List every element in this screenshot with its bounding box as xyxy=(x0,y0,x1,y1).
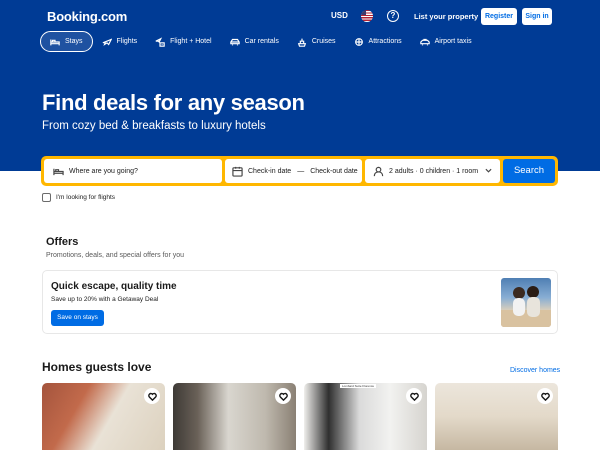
discover-homes-link[interactable]: Discover homes xyxy=(510,367,560,374)
list-property-link[interactable]: List your property xyxy=(414,12,478,21)
date-picker[interactable]: Check-in date — Check-out date xyxy=(225,159,362,183)
offers-subtitle: Promotions, deals, and special offers fo… xyxy=(46,252,185,259)
nav-tab-flight-hotel[interactable]: Flight + Hotel xyxy=(146,31,220,52)
home-card[interactable] xyxy=(435,383,558,450)
nav-tab-flights[interactable]: Flights xyxy=(93,31,147,52)
heart-icon[interactable] xyxy=(275,388,291,404)
taxi-icon xyxy=(419,38,430,45)
nav-tab-label: Stays xyxy=(65,38,83,45)
destination-input[interactable]: Where are you going? xyxy=(44,159,222,183)
home-card[interactable] xyxy=(173,383,296,450)
calendar-icon xyxy=(232,166,243,177)
guests-selector[interactable]: 2 adults · 0 children · 1 room xyxy=(365,159,500,183)
heart-icon[interactable] xyxy=(406,388,422,404)
nav-tab-label: Airport taxis xyxy=(434,38,472,45)
checkin-label: Check-in date xyxy=(248,167,292,175)
heart-icon[interactable] xyxy=(537,388,553,404)
nav-tab-attractions[interactable]: Attractions xyxy=(345,31,411,52)
attractions-icon xyxy=(354,37,363,46)
sign-in-button[interactable]: Sign in xyxy=(522,8,552,25)
couple-photo xyxy=(501,286,551,327)
nav-tab-label: Cruises xyxy=(311,38,336,45)
heart-icon[interactable] xyxy=(144,388,160,404)
ship-icon xyxy=(297,38,306,47)
search-bar: Where are you going? Check-in date — Che… xyxy=(41,156,558,186)
bed-icon xyxy=(50,39,60,45)
nav-tab-car-rentals[interactable]: Car rentals xyxy=(221,31,288,52)
offer-description: Save up to 20% with a Getaway Deal xyxy=(51,296,159,303)
hero-banner: Booking.com USD ? List your property Reg… xyxy=(0,0,600,171)
home-card[interactable]: Lombard Suite Florence xyxy=(304,383,427,450)
checkbox-box[interactable] xyxy=(42,193,51,202)
chevron-down-icon xyxy=(485,168,492,173)
booking-logo[interactable]: Booking.com xyxy=(47,9,127,24)
car-icon xyxy=(229,38,240,45)
flights-checkbox[interactable]: I'm looking for flights xyxy=(42,193,115,202)
offers-title: Offers xyxy=(46,236,79,248)
nav-tab-label: Flight + Hotel xyxy=(170,38,212,45)
nav-tab-airport-taxis[interactable]: Airport taxis xyxy=(411,31,481,52)
hero-title: Find deals for any season xyxy=(42,90,305,115)
help-icon[interactable]: ? xyxy=(387,10,399,22)
plane-icon xyxy=(102,38,112,46)
offer-image xyxy=(501,278,551,327)
checkout-label: Check-out date xyxy=(310,167,358,175)
offer-title: Quick escape, quality time xyxy=(51,281,177,292)
search-button[interactable]: Search xyxy=(503,159,555,183)
person-icon xyxy=(373,166,384,176)
main-nav: Stays Flights Flight + Hotel Car rentals… xyxy=(40,31,481,52)
homes-title: Homes guests love xyxy=(42,360,152,374)
flights-checkbox-label: I'm looking for flights xyxy=(56,194,116,201)
register-button[interactable]: Register xyxy=(481,8,517,25)
nav-tab-label: Car rentals xyxy=(244,38,279,45)
offer-card: Quick escape, quality time Save up to 20… xyxy=(42,270,558,334)
flight-hotel-icon xyxy=(155,36,165,47)
save-on-stays-button[interactable]: Save on stays xyxy=(51,310,104,326)
nav-tab-stays[interactable]: Stays xyxy=(40,31,93,52)
nav-tab-label: Attractions xyxy=(368,38,402,45)
currency-selector[interactable]: USD xyxy=(331,11,348,20)
date-separator: — xyxy=(297,167,305,175)
bed-icon xyxy=(53,168,64,175)
guests-summary: 2 adults · 0 children · 1 room xyxy=(389,167,479,175)
hero-subtitle: From cozy bed & breakfasts to luxury hot… xyxy=(42,120,266,132)
us-flag-icon[interactable] xyxy=(361,10,373,22)
nav-tab-cruises[interactable]: Cruises xyxy=(288,31,345,52)
destination-placeholder: Where are you going? xyxy=(69,167,138,175)
nav-tab-label: Flights xyxy=(116,38,138,45)
home-card-caption: Lombard Suite Florence xyxy=(340,384,377,388)
home-card[interactable] xyxy=(42,383,165,450)
